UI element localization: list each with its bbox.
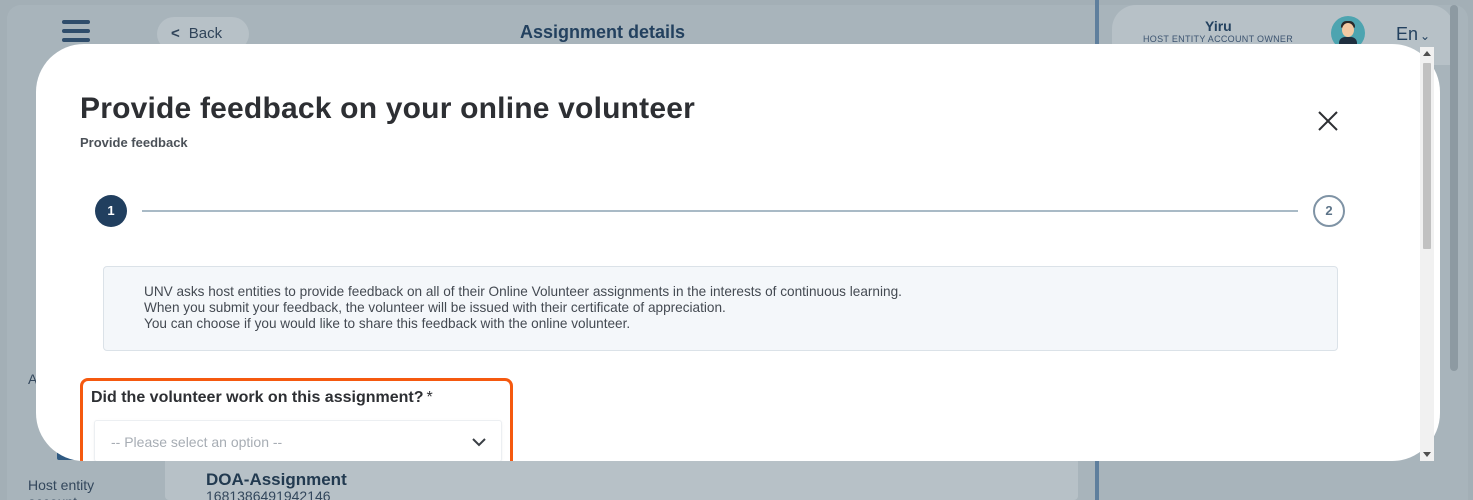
assignment-title: DOA-Assignment bbox=[206, 470, 347, 489]
assignment-id: 1681386491942146 bbox=[206, 488, 331, 500]
info-line: When you submit your feedback, the volun… bbox=[144, 300, 726, 315]
page-title: Assignment details bbox=[520, 22, 686, 42]
modal-title: Provide feedback on your online voluntee… bbox=[80, 92, 695, 125]
page-scrollbar-outer[interactable] bbox=[1450, 5, 1458, 371]
volunteer-worked-select[interactable]: -- Please select an option -- bbox=[94, 420, 502, 461]
info-line: You can choose if you would like to shar… bbox=[144, 316, 631, 331]
select-chevron-icon bbox=[472, 438, 486, 447]
question-text: Did the volunteer work on this assignmen… bbox=[91, 389, 424, 406]
language-selector[interactable]: En ⌄ bbox=[1396, 24, 1430, 45]
user-role: HOST ENTITY ACCOUNT OWNER bbox=[1143, 34, 1294, 44]
hamburger-icon[interactable] bbox=[62, 20, 90, 42]
select-placeholder: -- Please select an option -- bbox=[111, 434, 283, 450]
close-icon bbox=[1318, 111, 1338, 131]
feedback-modal: Provide feedback on your online voluntee… bbox=[36, 44, 1440, 461]
question-label: Did the volunteer work on this assignmen… bbox=[91, 389, 433, 407]
sidebar-item-host-entity[interactable]: Host entity account bbox=[28, 477, 128, 500]
user-name: Yiru bbox=[1205, 18, 1232, 34]
info-line: UNV asks host entities to provide feedba… bbox=[144, 284, 902, 299]
language-label: En bbox=[1396, 24, 1419, 44]
modal-subtitle: Provide feedback bbox=[80, 135, 188, 150]
step-1-indicator: 1 bbox=[95, 195, 127, 227]
scrollbar-thumb[interactable] bbox=[1423, 63, 1431, 249]
back-chevron-icon: < bbox=[171, 25, 180, 42]
progress-stepper: 1 2 bbox=[95, 195, 1347, 229]
stepper-line bbox=[142, 210, 1298, 212]
scroll-down-icon[interactable] bbox=[1423, 452, 1431, 457]
step-2-indicator: 2 bbox=[1313, 195, 1345, 227]
back-label: Back bbox=[188, 25, 223, 42]
language-chevron-icon: ⌄ bbox=[1420, 29, 1431, 43]
question-highlight: Did the volunteer work on this assignmen… bbox=[80, 378, 513, 461]
required-marker: * bbox=[426, 389, 433, 406]
close-button[interactable] bbox=[1315, 108, 1341, 134]
page-scrollbar[interactable] bbox=[1420, 47, 1434, 461]
scroll-up-icon[interactable] bbox=[1423, 51, 1431, 56]
info-box: UNV asks host entities to provide feedba… bbox=[103, 266, 1338, 351]
